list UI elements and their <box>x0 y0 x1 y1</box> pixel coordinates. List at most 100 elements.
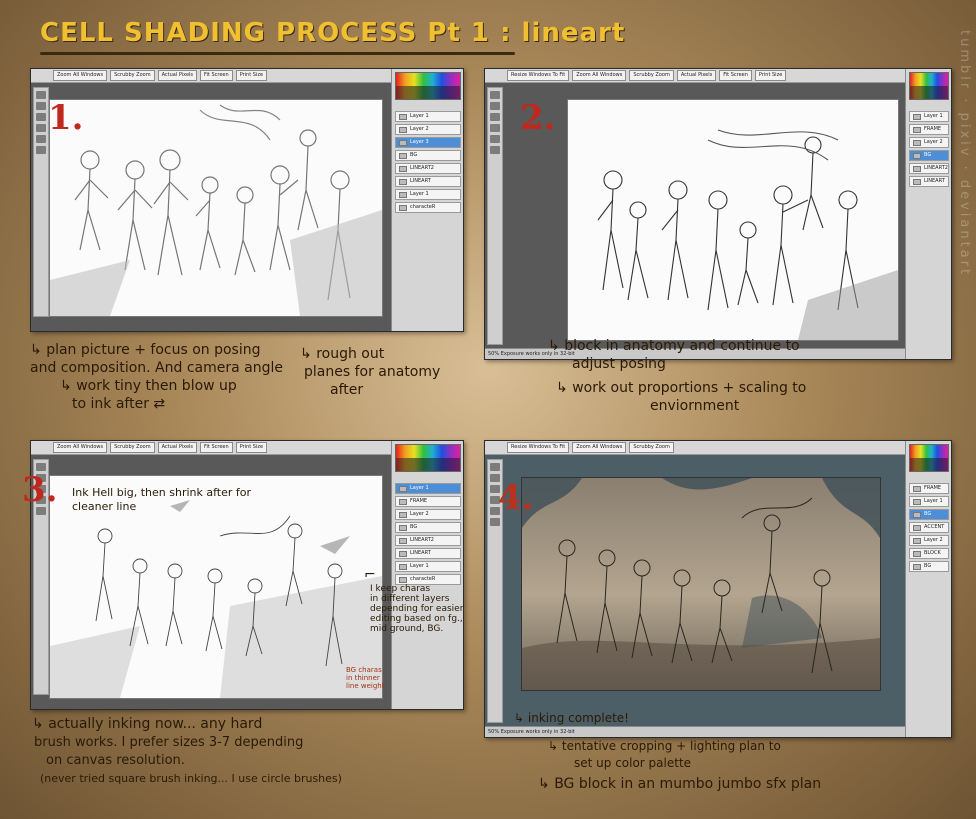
hook-arrow-icon: ↳ <box>548 739 562 753</box>
marquee-tool-icon[interactable] <box>36 102 46 110</box>
toolbar-button[interactable]: Actual Pixels <box>157 70 198 81</box>
layer-row[interactable]: BG <box>395 522 461 533</box>
toolbar-button[interactable]: Scrubby Zoom <box>110 70 155 81</box>
layer-row[interactable]: FRAME <box>909 483 949 494</box>
brush-tool-icon[interactable] <box>36 124 46 132</box>
lasso-tool-icon[interactable] <box>36 113 46 121</box>
toolbar-button[interactable]: Zoom All Windows <box>572 442 627 453</box>
note-text: block in anatomy and continue to <box>564 338 800 354</box>
layer-row[interactable]: Layer 2 <box>909 137 949 148</box>
layer-row[interactable]: Layer 1 <box>395 189 461 200</box>
note-text: depending for easier <box>370 604 464 614</box>
toolbar-button[interactable]: Actual Pixels <box>676 70 717 81</box>
layer-row[interactable]: Layer 1 <box>909 111 949 122</box>
bracket-arrow-icon: ⌐ <box>364 567 376 583</box>
zoom-tool-icon[interactable] <box>490 518 500 526</box>
toolbar-button[interactable]: Scrubby Zoom <box>629 442 674 453</box>
note-panel-1-line-3: ↳ work tiny then blow up <box>60 378 237 395</box>
layer-row-selected[interactable]: Layer 3 <box>395 137 461 148</box>
canvas[interactable] <box>567 99 899 341</box>
sparkle-arrows-icon: ⇄ <box>153 396 166 412</box>
hook-arrow-icon: ↳ <box>556 380 573 396</box>
note-panel-2-line-3: ↳ work out proportions + scaling to <box>556 380 806 397</box>
toolbar-button[interactable]: Zoom All Windows <box>572 70 627 81</box>
toolbar-button[interactable]: Scrubby Zoom <box>110 442 155 453</box>
note-text: I keep charas <box>370 584 431 594</box>
layer-row[interactable]: characteR <box>395 202 461 213</box>
eraser-tool-icon[interactable] <box>490 135 500 143</box>
hook-arrow-icon: ↳ <box>538 776 555 792</box>
canvas[interactable] <box>49 99 383 317</box>
note-text: and composition. And camera angle <box>30 360 283 376</box>
color-swatches[interactable] <box>395 444 461 472</box>
layer-row[interactable]: Layer 2 <box>909 535 949 546</box>
toolbar-button[interactable]: Print Size <box>235 442 268 453</box>
color-swatches[interactable] <box>395 72 461 100</box>
note-text: work out proportions + scaling to <box>572 380 807 396</box>
layer-row-selected[interactable]: BG <box>909 150 949 161</box>
color-swatches[interactable] <box>909 72 949 100</box>
layer-row[interactable]: FRAME <box>395 496 461 507</box>
layer-row[interactable]: BLOCK <box>909 548 949 559</box>
layer-row[interactable]: Layer 1 <box>395 561 461 572</box>
layer-row[interactable]: BG <box>395 150 461 161</box>
note-text: mid ground, BG. <box>370 624 444 634</box>
note-text: in thinner <box>346 674 380 682</box>
note-text: after <box>330 382 364 398</box>
layer-row[interactable]: LINEART <box>909 176 949 187</box>
layer-row[interactable]: LINEART2 <box>909 163 949 174</box>
hook-arrow-icon: ↳ <box>548 338 565 354</box>
color-swatches[interactable] <box>909 444 949 472</box>
layer-row[interactable]: LINEART2 <box>395 163 461 174</box>
note-panel-3-line-4: (never tried square brush inking... I us… <box>40 770 342 787</box>
layer-row[interactable]: ACCENT <box>909 522 949 533</box>
layer-row-selected[interactable]: Layer 1 <box>395 483 461 494</box>
toolbar-button[interactable]: Zoom All Windows <box>53 70 108 81</box>
note-text: BG block in an mumbo jumbo sfx plan <box>554 776 822 792</box>
note-text: to ink after <box>72 396 149 412</box>
panel-4-window: Resize Windows To Fit Zoom All Windows S… <box>484 440 952 738</box>
toolbar-button[interactable]: Zoom All Windows <box>53 442 108 453</box>
toolbar-button[interactable]: Print Size <box>754 70 787 81</box>
note-text: inking complete! <box>527 711 629 725</box>
right-panels: FRAME Layer 1 BG ACCENT Layer 2 BLOCK BG <box>905 441 951 737</box>
move-tool-icon[interactable] <box>490 463 500 471</box>
toolbar-button[interactable]: Fit Screen <box>719 70 752 81</box>
toolbar-button[interactable]: Print Size <box>235 70 268 81</box>
note-panel-2-line-4: enviornment <box>650 398 739 415</box>
note-panel-1-side-2: planes for anatomy <box>304 364 440 381</box>
layer-row[interactable]: BG <box>909 561 949 572</box>
toolbar-button[interactable]: Fit Screen <box>200 442 233 453</box>
layer-row[interactable]: Layer 2 <box>395 124 461 135</box>
toolbar-button[interactable]: Fit Screen <box>200 70 233 81</box>
canvas[interactable] <box>521 477 881 691</box>
move-tool-icon[interactable] <box>36 91 46 99</box>
layer-row[interactable]: Layer 1 <box>395 111 461 122</box>
panel-3-window: Zoom All Windows Scrubby Zoom Actual Pix… <box>30 440 464 710</box>
zoom-tool-icon[interactable] <box>490 146 500 154</box>
move-tool-icon[interactable] <box>490 91 500 99</box>
note-panel-3-line-2: brush works. I prefer sizes 3-7 dependin… <box>34 734 303 751</box>
brush-tool-icon[interactable] <box>490 124 500 132</box>
marquee-tool-icon[interactable] <box>490 102 500 110</box>
layer-row[interactable]: Layer 1 <box>909 496 949 507</box>
lasso-tool-icon[interactable] <box>490 113 500 121</box>
layers-panel: Layer 1 Layer 2 Layer 3 BG LINEART2 LINE… <box>395 111 461 215</box>
toolbar-button[interactable]: Resize Windows To Fit <box>507 70 570 81</box>
layer-row[interactable]: LINEART2 <box>395 535 461 546</box>
step-number-3: 3. <box>22 470 58 510</box>
toolbar-button[interactable]: Scrubby Zoom <box>629 70 674 81</box>
toolbar-button[interactable]: Resize Windows To Fit <box>507 442 570 453</box>
layer-row[interactable]: FRAME <box>909 124 949 135</box>
layer-row-selected[interactable]: BG <box>909 509 949 520</box>
note-text: adjust posing <box>572 356 666 372</box>
layer-row[interactable]: Layer 2 <box>395 509 461 520</box>
layer-row[interactable]: LINEART <box>395 548 461 559</box>
options-toolbar: Resize Windows To Fit Zoom All Windows S… <box>485 441 951 455</box>
right-panels: Layer 1 Layer 2 Layer 3 BG LINEART2 LINE… <box>391 69 463 331</box>
eraser-tool-icon[interactable] <box>36 135 46 143</box>
note-text: brush works. I prefer sizes 3-7 dependin… <box>34 735 304 750</box>
toolbar-button[interactable]: Actual Pixels <box>157 442 198 453</box>
layer-row[interactable]: LINEART <box>395 176 461 187</box>
zoom-tool-icon[interactable] <box>36 146 46 154</box>
